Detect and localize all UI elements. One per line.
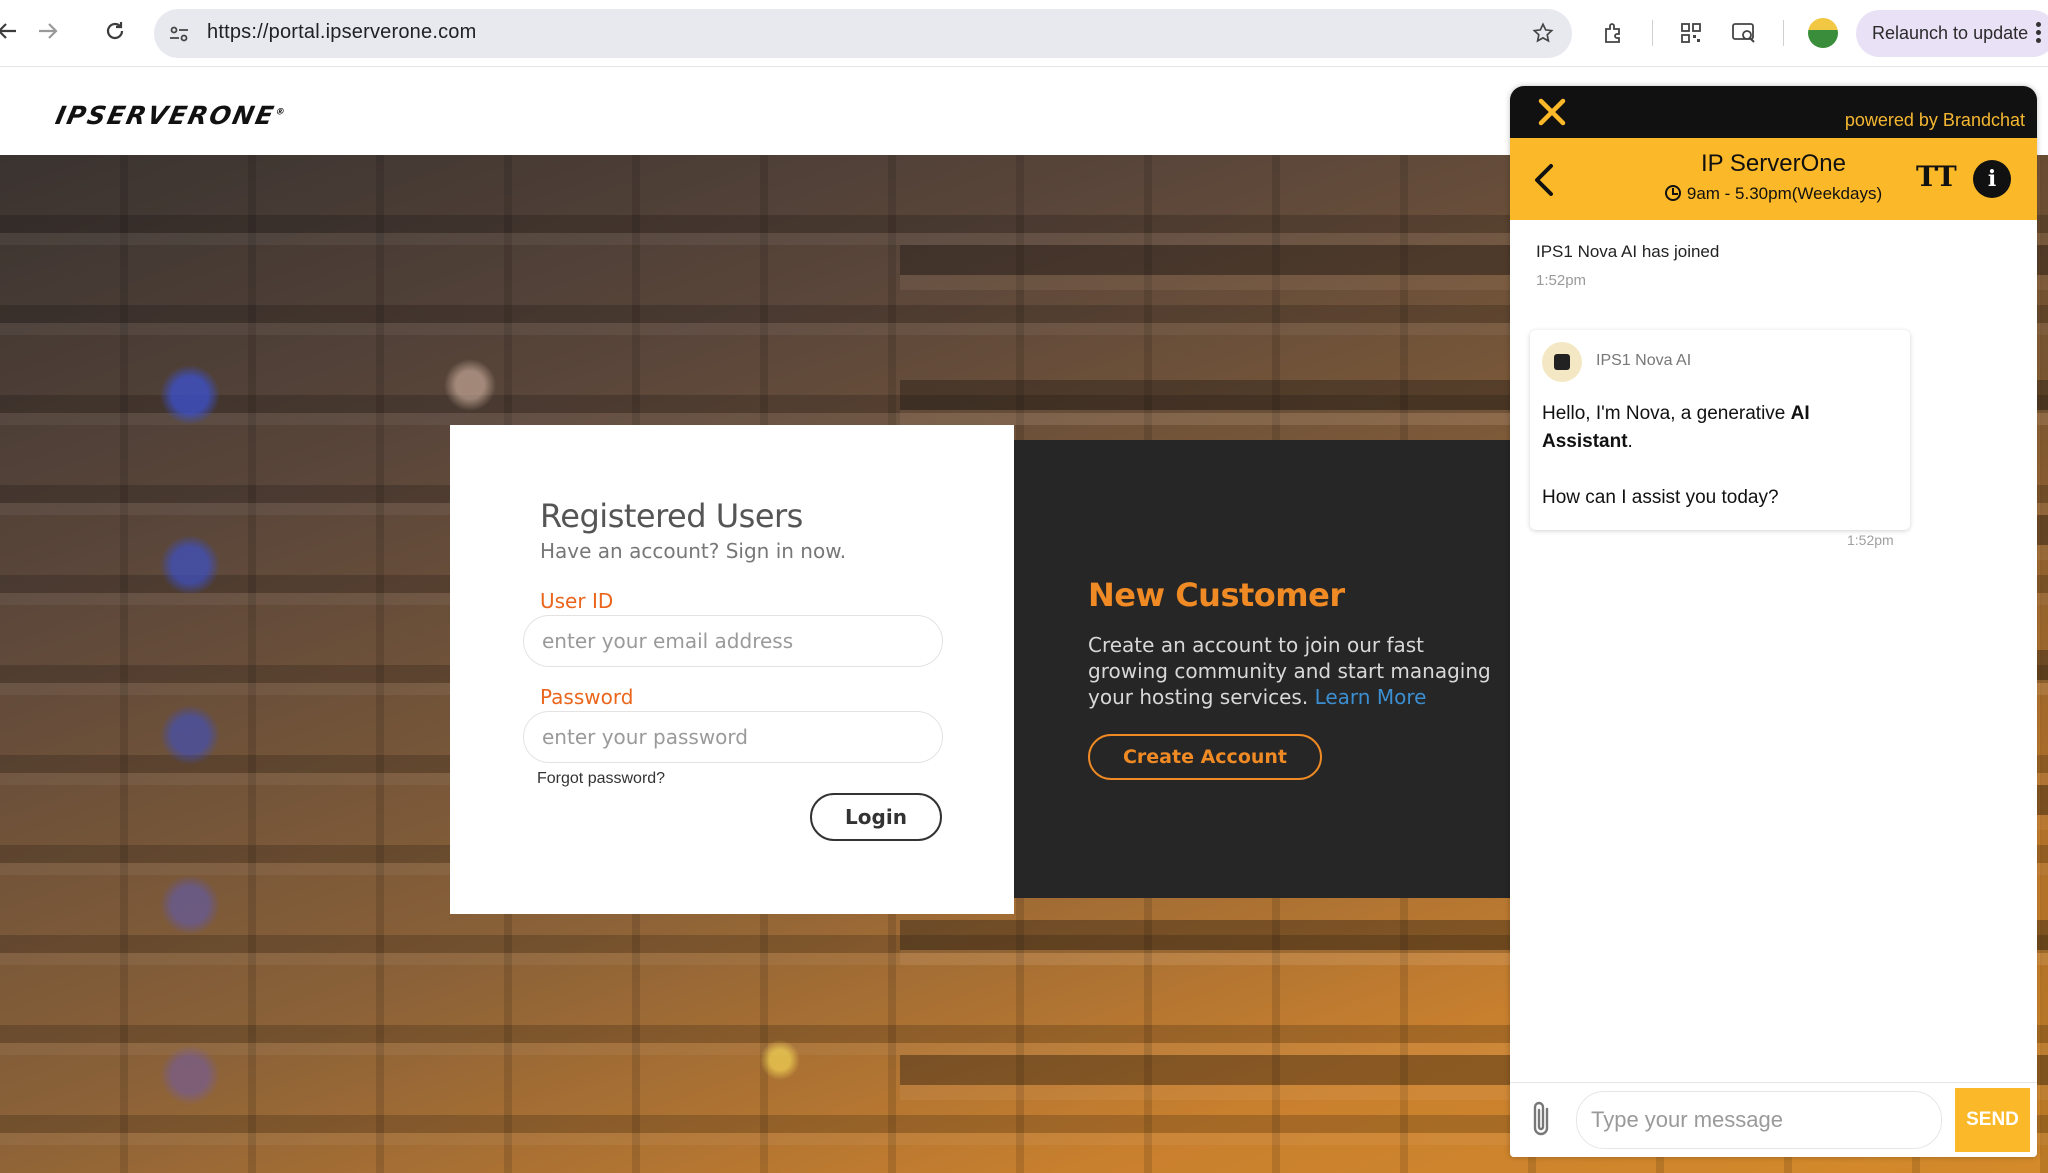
close-icon[interactable]: [1536, 96, 1568, 128]
reload-icon[interactable]: [100, 16, 130, 46]
learn-more-link[interactable]: Learn More: [1315, 685, 1427, 709]
message-end: .: [1627, 431, 1633, 452]
profile-avatar[interactable]: [1808, 18, 1838, 48]
bot-avatar: [1542, 342, 1582, 382]
font-size-icon[interactable]: TT: [1916, 160, 1957, 193]
clock-icon: [1664, 185, 1681, 201]
back-arrow-icon[interactable]: [0, 16, 22, 46]
new-customer-panel: New Customer Create an account to join o…: [1014, 440, 1510, 898]
qr-code-icon[interactable]: [1677, 19, 1705, 47]
site-info-icon[interactable]: [166, 21, 192, 47]
joined-timestamp: 1:52pm: [1536, 272, 1587, 289]
send-button[interactable]: SEND: [1955, 1088, 2030, 1152]
password-label: Password: [540, 685, 634, 709]
login-card: Registered Users Have an account? Sign i…: [450, 425, 1014, 914]
new-customer-text: Create an account to join our fast growi…: [1088, 632, 1508, 710]
chat-widget: powered by Brandchat IP ServerOne 9am - …: [1510, 86, 2037, 1157]
joined-notice: IPS1 Nova AI has joined: [1536, 242, 1720, 261]
chat-hours: 9am - 5.30pm(Weekdays): [1510, 184, 2037, 204]
bot-name: IPS1 Nova AI: [1596, 352, 1692, 369]
forgot-password-link[interactable]: Forgot password?: [537, 770, 665, 788]
login-title: Registered Users: [540, 497, 803, 535]
chat-title: IP ServerOne: [1701, 150, 1846, 177]
relaunch-button[interactable]: Relaunch to update: [1856, 10, 2048, 57]
user-id-label: User ID: [540, 589, 614, 613]
paperclip-icon[interactable]: [1528, 1099, 1556, 1139]
chat-composer: SEND: [1510, 1082, 2037, 1157]
bot-message-bubble: IPS1 Nova AI Hello, I'm Nova, a generati…: [1530, 330, 1910, 530]
kebab-menu-icon[interactable]: [2036, 22, 2042, 44]
forward-arrow-icon[interactable]: [33, 16, 63, 46]
site-logo[interactable]: IPSERVERONE®: [53, 101, 289, 130]
chat-topbar: powered by Brandchat: [1510, 86, 2037, 138]
new-customer-description: Create an account to join our fast growi…: [1088, 633, 1491, 709]
new-customer-title: New Customer: [1088, 576, 1345, 614]
info-icon[interactable]: i: [1973, 160, 2011, 198]
message-timestamp: 1:52pm: [1847, 532, 1894, 548]
bot-message-text: Hello, I'm Nova, a generative AI Assista…: [1542, 400, 1892, 512]
message-input[interactable]: [1576, 1091, 1942, 1149]
password-input[interactable]: [523, 711, 943, 763]
toolbar-divider: [1783, 20, 1784, 46]
cast-search-icon[interactable]: [1730, 19, 1758, 47]
chat-header: IP ServerOne 9am - 5.30pm(Weekdays) TT i: [1510, 138, 2037, 220]
toolbar-divider: [1652, 20, 1653, 46]
browser-toolbar: https://portal.ipserverone.com Relaunch …: [0, 0, 2048, 67]
extensions-icon[interactable]: [1600, 19, 1628, 47]
star-icon[interactable]: [1530, 20, 1556, 46]
login-subtitle: Have an account? Sign in now.: [540, 539, 847, 563]
user-id-input[interactable]: [523, 615, 943, 667]
powered-by-text: powered by Brandchat: [1844, 110, 2025, 130]
url-text[interactable]: https://portal.ipserverone.com: [207, 21, 476, 44]
chat-hours-text: 9am - 5.30pm(Weekdays): [1686, 184, 1883, 203]
message-question: How can I assist you today?: [1542, 487, 1779, 508]
message-intro: Hello, I'm Nova, a generative: [1542, 403, 1786, 424]
address-bar[interactable]: https://portal.ipserverone.com: [154, 9, 1572, 58]
create-account-button[interactable]: Create Account: [1088, 734, 1322, 780]
login-button[interactable]: Login: [810, 793, 942, 841]
